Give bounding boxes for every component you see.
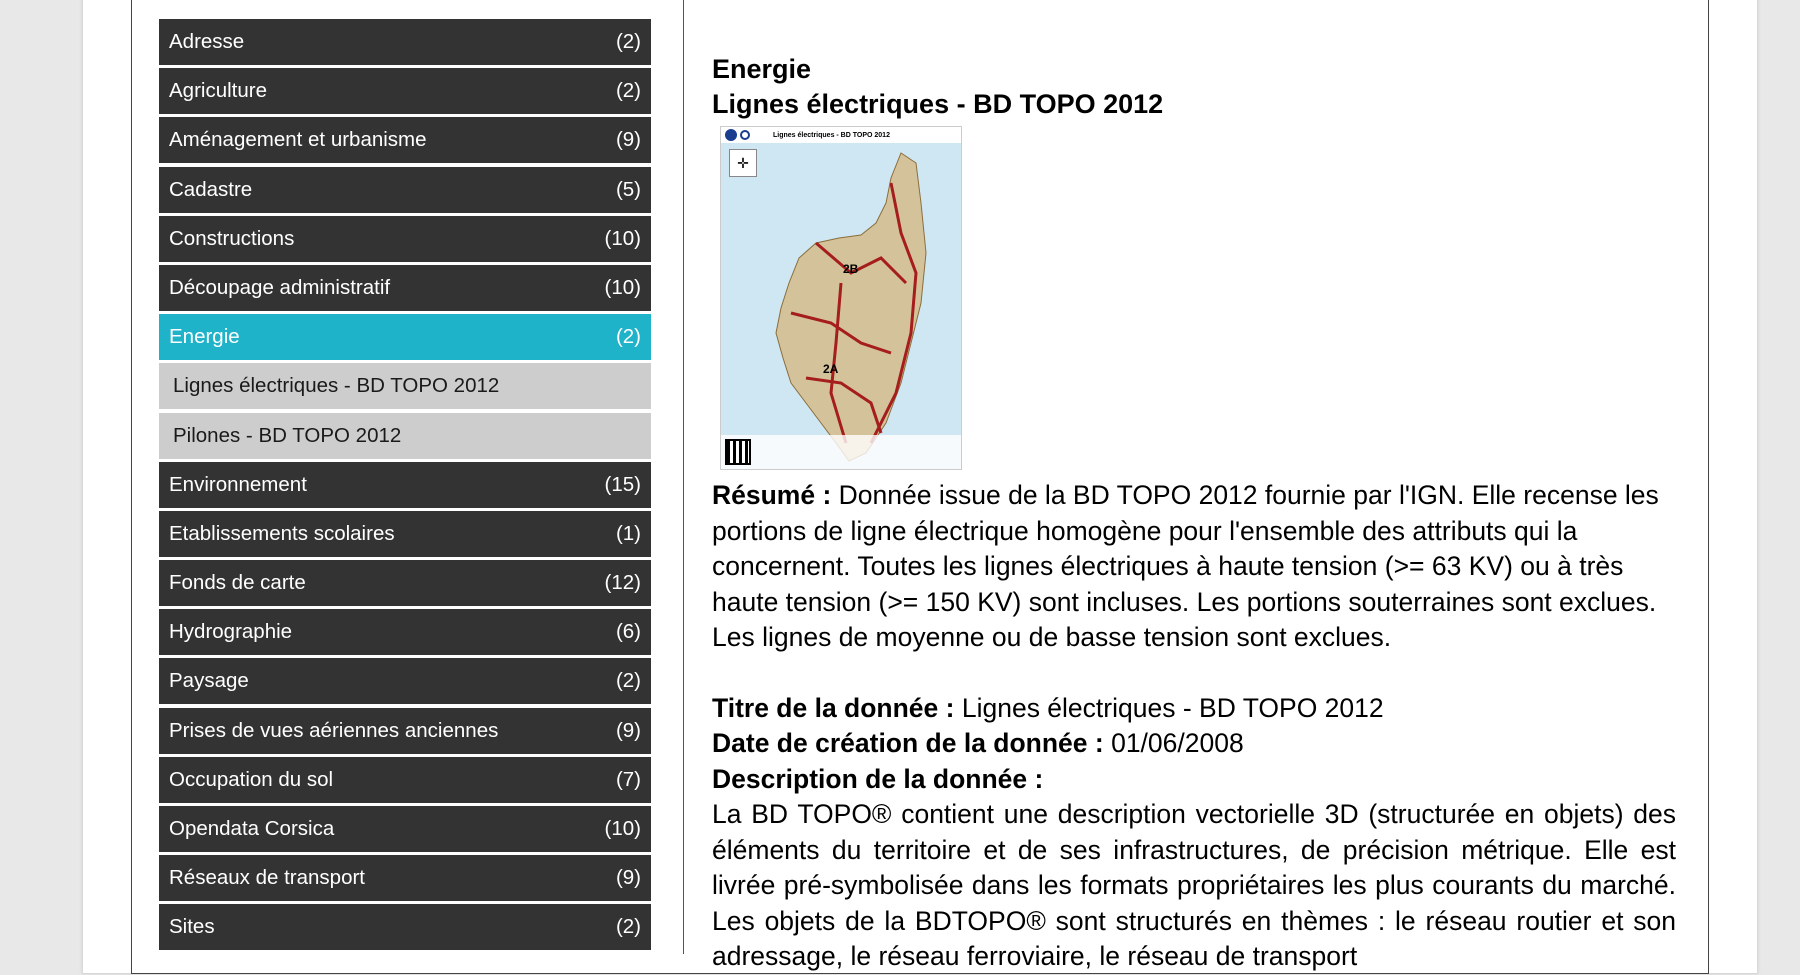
sidebar-subitem-label: Pilones - BD TOPO 2012 [173, 423, 402, 447]
sidebar-item-count: (2) [615, 79, 641, 103]
sidebar-item-label: Agriculture [169, 79, 267, 103]
sidebar-item-adresse[interactable]: Adresse (2) [159, 19, 651, 65]
category-sidebar: Adresse (2) Agriculture (2) Aménagement et u… [159, 19, 651, 954]
sidebar-item-label: Paysage [169, 669, 249, 693]
sidebar-item-count: (6) [615, 620, 641, 644]
description-row: Description de la donnée : [712, 762, 1676, 798]
sidebar-item-label: Opendata Corsica [169, 817, 335, 840]
sidebar-item-label: Sites [169, 915, 215, 939]
description-label: Description de la donnée : [712, 763, 1044, 794]
thumbnail-footer [721, 435, 961, 469]
sidebar-item-count: (12) [604, 571, 641, 595]
sidebar-subitem[interactable]: Lignes électriques - BD TOPO 2012 [159, 363, 651, 410]
sidebar-item-label: Energie [169, 325, 240, 349]
sidebar-item-decoupage-administratif[interactable]: Découpage administratif (10) [159, 264, 651, 311]
map-thumbnail[interactable]: Lignes électriques - BD TOPO 2012 2B 2A … [720, 126, 962, 470]
sidebar-item-amenagement-et-urbanisme[interactable]: Aménagement et urbanisme (9) [159, 117, 651, 164]
sidebar-item-count: (10) [604, 275, 641, 299]
date-row: Date de création de la donnée : 01/06/20… [712, 726, 1676, 762]
date-label: Date de création de la donnée : [712, 728, 1104, 758]
sidebar-item-label: Découpage administratif [169, 275, 391, 299]
sidebar-item-sites[interactable]: Sites (2) [159, 904, 651, 951]
sidebar-item-count: (2) [615, 30, 641, 53]
corsica-map: 2B 2A [721, 143, 961, 469]
sidebar-item-count: (2) [615, 325, 641, 349]
layer-title: Lignes électriques - BD TOPO 2012 [712, 89, 1164, 119]
logo-icon [740, 130, 750, 140]
sidebar-item-occupation-du-sol[interactable]: Occupation du sol (7) [159, 756, 651, 803]
sidebar-item-label: Adresse [169, 30, 245, 53]
title-value: Lignes électriques - BD TOPO 2012 [961, 692, 1384, 723]
sidebar-item-label: Aménagement et urbanisme [169, 128, 427, 152]
sidebar-item-label: Fonds de carte [169, 571, 306, 595]
sidebar-item-environnement[interactable]: Environnement (15) [159, 461, 651, 508]
sidebar-item-count: (9) [615, 718, 641, 742]
sidebar-item-constructions[interactable]: Constructions (10) [159, 215, 651, 262]
map-label-2b: 2B [843, 262, 859, 276]
sidebar-item-label: Hydrographie [169, 620, 293, 644]
sidebar-item-count: (10) [604, 817, 641, 840]
sidebar-item-fonds-de-carte[interactable]: Fonds de carte (12) [159, 560, 651, 607]
date-value: 01/06/2008 [1111, 728, 1244, 758]
sidebar-item-energie[interactable]: Energie (2) [159, 314, 651, 361]
sidebar-item-label: Environnement [169, 472, 307, 496]
sidebar-item-count: (5) [615, 177, 641, 201]
sidebar-item-label: Occupation du sol [169, 767, 334, 791]
sidebar-item-count: (10) [604, 226, 641, 250]
title-row: Titre de la donnée : Lignes électriques … [712, 691, 1676, 727]
sidebar-item-agriculture[interactable]: Agriculture (2) [159, 68, 651, 115]
sidebar-item-prises-de-vues-aeriennes-anciennes[interactable]: Prises de vues aériennes anciennes (9) [159, 707, 651, 754]
sidebar-item-label: Prises de vues aériennes anciennes [169, 718, 499, 742]
sidebar-item-count: (2) [615, 669, 641, 693]
column-divider [683, 0, 684, 954]
metadata-block: Titre de la donnée : Lignes électriques … [712, 691, 1676, 975]
sidebar-item-cadastre[interactable]: Cadastre (5) [159, 166, 651, 213]
category-title: Energie [712, 54, 812, 84]
sidebar-item-etablissements-scolaires[interactable]: Etablissements scolaires (1) [159, 510, 651, 557]
north-arrow-icon: ✛ [729, 149, 757, 177]
sidebar-item-label: Constructions [169, 226, 295, 250]
sidebar-item-hydrographie[interactable]: Hydrographie (6) [159, 609, 651, 656]
thumbnail-title: Lignes électriques - BD TOPO 2012 [773, 131, 890, 139]
summary-text: Donnée issue de la BD TOPO 2012 fournie … [712, 480, 1659, 652]
sidebar-item-count: (9) [615, 128, 641, 152]
sidebar-item-count: (2) [615, 915, 641, 939]
sidebar-item-count: (1) [615, 521, 641, 545]
sidebar-subitem-label: Lignes électriques - BD TOPO 2012 [173, 374, 500, 398]
sidebar-item-reseaux-de-transport[interactable]: Réseaux de transport (9) [159, 855, 651, 902]
sidebar-item-paysage[interactable]: Paysage (2) [159, 658, 651, 705]
sidebar-item-label: Réseaux de transport [169, 866, 366, 890]
summary-paragraph: Résumé : Donnée issue de la BD TOPO 2012… [712, 478, 1676, 656]
sidebar-item-count: (9) [615, 866, 641, 890]
sidebar-item-label: Cadastre [169, 177, 253, 201]
sidebar-item-opendata-corsica[interactable]: Opendata Corsica (10) [159, 806, 651, 852]
qr-code-icon [725, 439, 751, 465]
title-label: Titre de la donnée : [712, 692, 955, 723]
sidebar-item-count: (7) [615, 767, 641, 791]
sidebar-item-count: (15) [604, 472, 641, 496]
sidebar-item-label: Etablissements scolaires [169, 521, 395, 545]
layer-details: Energie Lignes électriques - BD TOPO 201… [712, 52, 1676, 975]
thumbnail-header: Lignes électriques - BD TOPO 2012 [721, 127, 961, 143]
summary-label: Résumé : [712, 480, 832, 510]
map-label-2a: 2A [823, 362, 839, 376]
ign-logo-icon [725, 129, 737, 141]
description-text: La BD TOPO® contient une description vec… [712, 799, 1676, 971]
sidebar-subitem[interactable]: Pilones - BD TOPO 2012 [159, 412, 651, 459]
